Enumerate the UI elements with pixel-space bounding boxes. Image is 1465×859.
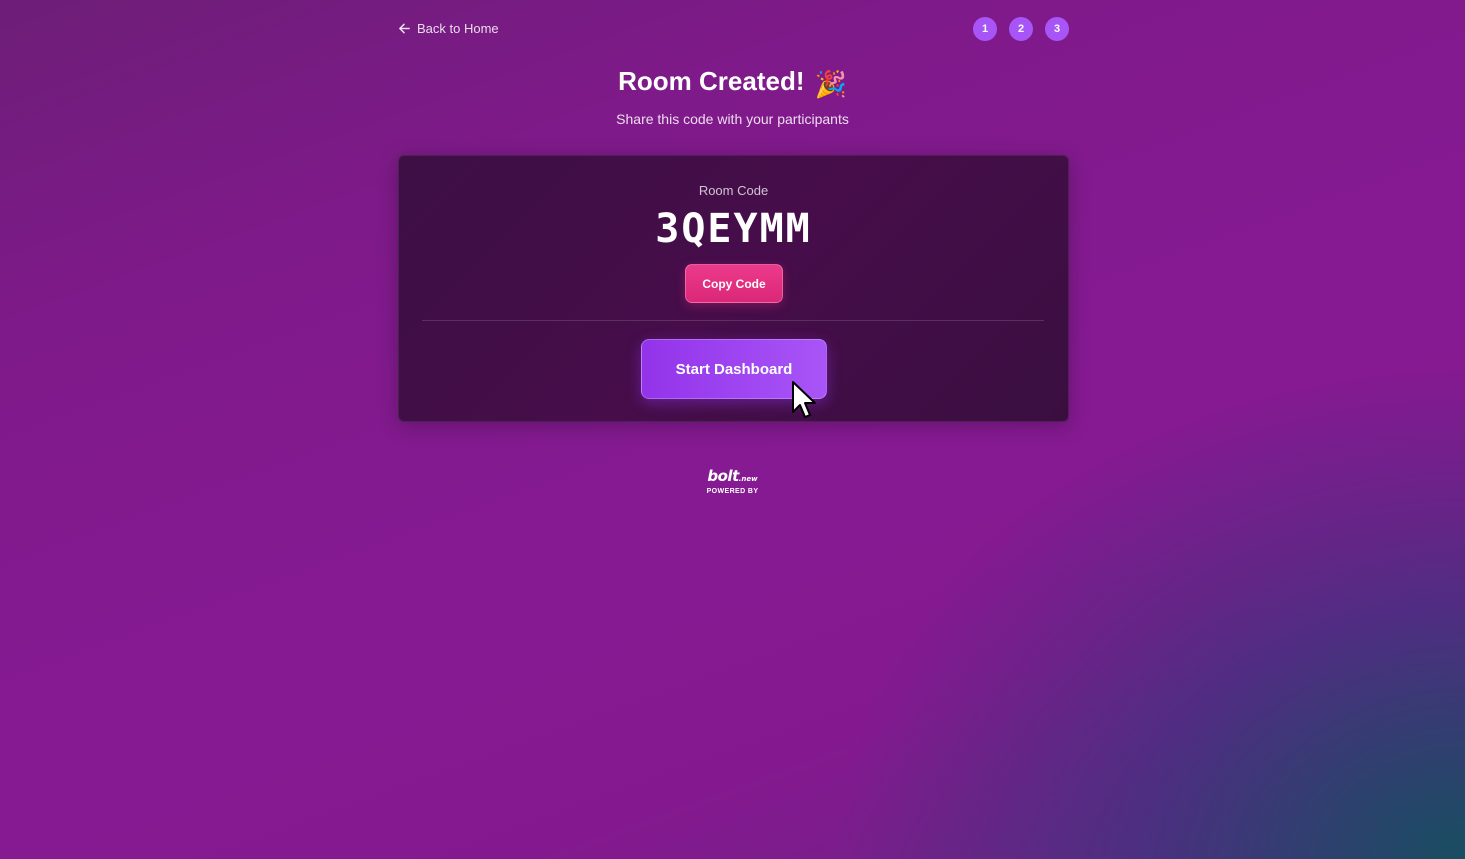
copy-code-button[interactable]: Copy Code	[685, 264, 783, 303]
step-1-badge: 1	[973, 17, 997, 41]
back-to-home-link[interactable]: Back to Home	[398, 21, 499, 36]
room-code-label: Room Code	[698, 183, 769, 198]
bolt-logo: bolt.new	[0, 468, 1465, 487]
page-title-text: Room Created!	[618, 66, 805, 96]
bolt-logo-suffix: .new	[738, 475, 758, 483]
back-to-home-label: Back to Home	[417, 21, 499, 36]
powered-by-label: POWERED BY	[706, 488, 759, 495]
step-indicator: 1 2 3	[973, 17, 1069, 41]
room-code-card: Room Code 3QEYMM Copy Code Start Dashboa…	[398, 155, 1069, 422]
page-title: Room Created! 🎉	[0, 66, 1465, 100]
step-3-badge: 3	[1045, 17, 1069, 41]
party-popper-icon: 🎉	[814, 69, 847, 99]
step-2-badge: 2	[1009, 17, 1033, 41]
room-code-value: 3QEYMM	[655, 206, 812, 252]
start-dashboard-button[interactable]: Start Dashboard	[641, 339, 827, 399]
top-bar: Back to Home 1 2 3	[398, 17, 1069, 43]
card-divider	[422, 320, 1044, 321]
page-subtitle: Share this code with your participants	[616, 111, 849, 127]
arrow-left-icon	[399, 23, 410, 34]
powered-by-badge[interactable]: bolt.new POWERED BY	[0, 468, 1465, 495]
bolt-logo-text: bolt	[707, 467, 739, 485]
